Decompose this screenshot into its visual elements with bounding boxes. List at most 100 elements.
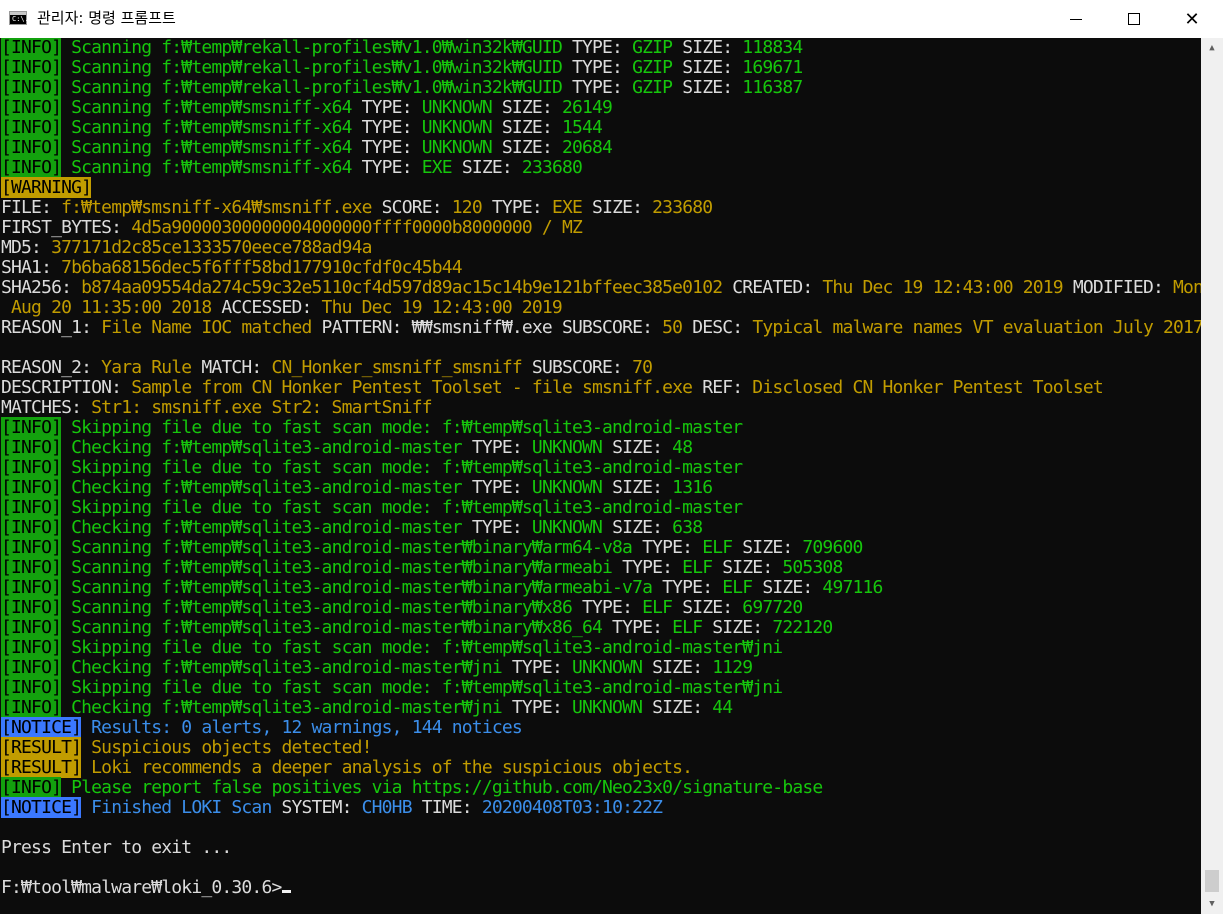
- title-bar[interactable]: C:\. 관리자: 명령 프롬프트 ✕: [0, 0, 1223, 38]
- console-line: [INFO] Checking f:₩temp₩sqlite3-android-…: [1, 697, 1201, 718]
- vertical-scrollbar[interactable]: ▲ ▼: [1201, 38, 1223, 914]
- info-tag: [INFO]: [1, 577, 62, 598]
- console-text: Yara Rule: [101, 357, 192, 378]
- console-text: CN_Honker_smsniff_smsniff: [271, 357, 522, 378]
- result-tag: [RESULT]: [1, 737, 82, 758]
- minimize-button[interactable]: [1047, 0, 1105, 38]
- close-icon: ✕: [1184, 8, 1200, 30]
- console-text: TIME:: [411, 797, 482, 818]
- console-lines: [INFO] Scanning f:₩temp₩rekall-profiles₩…: [1, 38, 1201, 898]
- info-tag: [INFO]: [1, 57, 62, 78]
- console-line: SHA1: 7b6ba68156dec5f6fff58bd177910cfdf0…: [1, 258, 1201, 278]
- console-line: [NOTICE] Finished LOKI Scan SYSTEM: CH0H…: [1, 797, 1201, 818]
- console-text: Scanning f:₩temp₩rekall-profiles₩v1.0₩wi…: [61, 77, 563, 98]
- minimize-icon: [1070, 18, 1082, 20]
- console-text: 638: [672, 517, 703, 538]
- console-line: Press Enter to exit ...: [1, 838, 1201, 858]
- console-text: UNKNOWN: [571, 697, 643, 718]
- console-text: 118834: [742, 38, 803, 58]
- console-text: Scanning f:₩temp₩smsniff-x64: [61, 157, 352, 178]
- console-text: 50: [662, 317, 683, 338]
- console-line: MATCHES: Str1: smsniff.exe Str2: SmartSn…: [1, 398, 1201, 418]
- console-line: [NOTICE] Results: 0 alerts, 12 warnings,…: [1, 717, 1201, 738]
- info-tag: [INFO]: [1, 477, 62, 498]
- console-text: 697720: [742, 597, 803, 618]
- scroll-up-icon[interactable]: ▲: [1201, 38, 1223, 58]
- console-text: SIZE:: [712, 557, 783, 578]
- console-text: DESC:: [682, 317, 753, 338]
- console-text: SIZE:: [451, 157, 522, 178]
- console-text: Checking f:₩temp₩sqlite3-android-master₩…: [61, 697, 503, 718]
- info-tag: [INFO]: [1, 97, 62, 118]
- maximize-button[interactable]: [1105, 0, 1163, 38]
- console-line: REASON_1: File Name IOC matched PATTERN:…: [1, 318, 1201, 338]
- console-text: 48: [672, 437, 693, 458]
- console-text: UNKNOWN: [421, 137, 493, 158]
- console-text: SIZE:: [642, 697, 713, 718]
- console-line: [INFO] Scanning f:₩temp₩sqlite3-android-…: [1, 557, 1201, 578]
- console-text: ₩₩smsniff₩.exe: [411, 317, 553, 338]
- console-line: [RESULT] Suspicious objects detected!: [1, 737, 1201, 758]
- console-line: [INFO] Scanning f:₩temp₩smsniff-x64 TYPE…: [1, 117, 1201, 138]
- console-text: 722120: [772, 617, 833, 638]
- console-text: TYPE:: [571, 597, 643, 618]
- console-line: [INFO] Skipping file due to fast scan mo…: [1, 417, 1201, 438]
- console-line: [INFO] Skipping file due to fast scan mo…: [1, 677, 1201, 698]
- console-text: Please report false positives via https:…: [61, 777, 823, 798]
- console-text: 4d5a90000300000004000000ffff0000b8000000…: [131, 217, 583, 238]
- console-text: SIZE:: [602, 517, 673, 538]
- console-line: FIRST_BYTES: 4d5a90000300000004000000fff…: [1, 218, 1201, 238]
- text-cursor: [282, 890, 292, 893]
- console-line: [INFO] Skipping file due to fast scan mo…: [1, 457, 1201, 478]
- console-text: Checking f:₩temp₩sqlite3-android-master₩…: [61, 657, 503, 678]
- console-text: UNKNOWN: [421, 97, 493, 118]
- console-text: ELF: [722, 577, 753, 598]
- warning-tag: [WARNING]: [1, 177, 92, 198]
- scroll-thumb[interactable]: [1205, 870, 1219, 892]
- console-text: ELF: [682, 557, 713, 578]
- console-text: Aug 20 11:35:00 2018: [1, 297, 212, 318]
- console-text: SIZE:: [491, 97, 562, 118]
- info-tag: [INFO]: [1, 617, 62, 638]
- info-tag: [INFO]: [1, 497, 62, 518]
- console-text: 169671: [742, 57, 803, 78]
- console-text: Finished LOKI Scan: [81, 797, 272, 818]
- console-text: TYPE:: [612, 557, 683, 578]
- console-line: [INFO] Scanning f:₩temp₩smsniff-x64 TYPE…: [1, 97, 1201, 118]
- notice-tag: [NOTICE]: [1, 717, 82, 738]
- console-text: UNKNOWN: [531, 517, 603, 538]
- console-text: Mon: [1173, 277, 1201, 298]
- console-text: Checking f:₩temp₩sqlite3-android-master: [61, 517, 462, 538]
- console-line: FILE: f:₩temp₩smsniff-x64₩smsniff.exe SC…: [1, 198, 1201, 218]
- scroll-down-icon[interactable]: ▼: [1201, 894, 1223, 914]
- console-text: CH0HB: [361, 797, 413, 818]
- info-tag: [INFO]: [1, 417, 62, 438]
- console-text: File Name IOC matched: [101, 317, 312, 338]
- console-line: Aug 20 11:35:00 2018 ACCESSED: Thu Dec 1…: [1, 298, 1201, 318]
- close-button[interactable]: ✕: [1163, 0, 1221, 38]
- console-line: [INFO] Skipping file due to fast scan mo…: [1, 637, 1201, 658]
- console-text: 44: [712, 697, 733, 718]
- console-text: 120: [451, 197, 483, 218]
- console-text: Skipping file due to fast scan mode: f:₩…: [61, 417, 743, 438]
- info-tag: [INFO]: [1, 777, 62, 798]
- console-text: Checking f:₩temp₩sqlite3-android-master: [61, 437, 462, 458]
- console-text: 1129: [712, 657, 753, 678]
- console-text: TYPE:: [351, 157, 422, 178]
- console-text: SIZE:: [672, 597, 743, 618]
- console-text: GZIP: [632, 77, 673, 98]
- console-text: b874aa09554da274c59c32e5110cf4d597d89ac1…: [81, 277, 723, 298]
- console-line: MD5: 377171d2c85ce1333570eece788ad94a: [1, 238, 1201, 258]
- console-text: Scanning f:₩temp₩sqlite3-android-master₩…: [61, 557, 613, 578]
- console-line: REASON_2: Yara Rule MATCH: CN_Honker_sms…: [1, 358, 1201, 378]
- console-output[interactable]: [INFO] Scanning f:₩temp₩rekall-profiles₩…: [0, 38, 1201, 914]
- info-tag: [INFO]: [1, 537, 62, 558]
- console-text: TYPE:: [351, 97, 422, 118]
- command-prompt-icon[interactable]: C:\.: [9, 11, 29, 25]
- console-text: 709600: [802, 537, 863, 558]
- console-text: Typical malware names VT evaluation July…: [752, 317, 1201, 338]
- console-text: TYPE:: [461, 437, 532, 458]
